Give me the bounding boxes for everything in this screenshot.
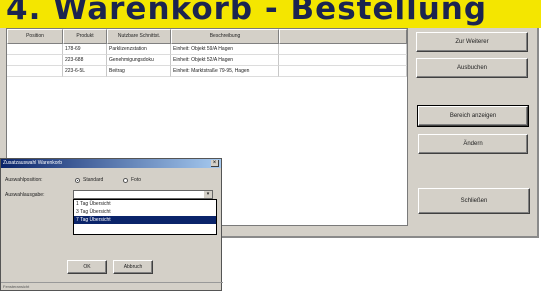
radio-standard[interactable] [75,178,80,183]
table-cell: Einheit: Marktstraße 79-95, Hagen [171,66,279,77]
banner: 4. Warenkorb - Bestellung [0,0,541,28]
table-cell: 178-69 [63,44,107,55]
table-cell: Parklizenzstation [107,44,171,55]
radio-foto[interactable] [123,178,128,183]
output-select[interactable]: ▾ [73,190,213,199]
dialog-title: Zusatzauswahl Warenkorb [3,160,63,166]
table-row[interactable]: 178-69 Parklizenzstation Einheit: Objekt… [7,44,407,55]
table-cell [279,44,407,55]
table-cell [279,66,407,77]
table-cell: Beitrag [107,66,171,77]
column-header-position[interactable]: Position [7,29,63,44]
table-cell [7,66,63,77]
table-cell: Einheit: Objekt 59/A Hagen [171,44,279,55]
label-select: Auswahlausgabe: [5,192,45,198]
forward-button[interactable]: Zur Weiterer [416,32,528,52]
selection-dialog: Zusatzauswahl Warenkorb × Auswahlpositio… [0,158,223,291]
cancel-button[interactable]: Abbruch [113,260,153,274]
table-cell: Einheit: Objekt 52/A Hagen [171,55,279,66]
column-header-schnittstelle[interactable]: Nutzbare Schnittst. [107,29,171,44]
dropdown-option[interactable]: 3 Tag Übersicht [74,208,216,216]
table-cell [279,55,407,66]
column-header-blank [279,29,407,44]
table-cell: Genehmigungsdoku [107,55,171,66]
table-header: Position Produkt Nutzbare Schnittst. Bes… [7,29,407,44]
delete-button[interactable]: Ausbuchen [416,58,528,78]
banner-title: 4. Warenkorb - Bestellung [6,0,488,27]
table-cell: 223-688 [63,55,107,66]
chevron-down-icon[interactable]: ▾ [204,191,212,198]
table-row[interactable]: 223-6-5L Beitrag Einheit: Marktstraße 79… [7,66,407,77]
table-row[interactable]: 223-688 Genehmigungsdoku Einheit: Objekt… [7,55,407,66]
column-header-produkt[interactable]: Produkt [63,29,107,44]
edit-button[interactable]: Ändern [418,134,528,154]
radio-standard-label: Standard [83,177,104,183]
table-cell: 223-6-5L [63,66,107,77]
show-area-button[interactable]: Bereich anzeigen [417,105,529,127]
close-button[interactable]: Schließen [418,188,530,214]
label-type: Auswahlposition: [5,177,43,183]
column-header-beschreibung[interactable]: Beschreibung [171,29,279,44]
dropdown-option[interactable]: 1 Tag Übersicht [74,200,216,208]
dropdown-option-selected[interactable]: 7 Tag Übersicht [74,216,216,224]
ok-button[interactable]: OK [67,260,107,274]
radio-foto-label: Foto [131,177,142,183]
table-cell [7,55,63,66]
dialog-titlebar[interactable]: Zusatzauswahl Warenkorb × [1,159,221,168]
output-dropdown-list: 1 Tag Übersicht 3 Tag Übersicht 7 Tag Üb… [73,199,217,235]
dialog-statusbar: Fensteransicht [1,282,223,290]
table-cell [7,44,63,55]
close-icon[interactable]: × [211,160,219,167]
